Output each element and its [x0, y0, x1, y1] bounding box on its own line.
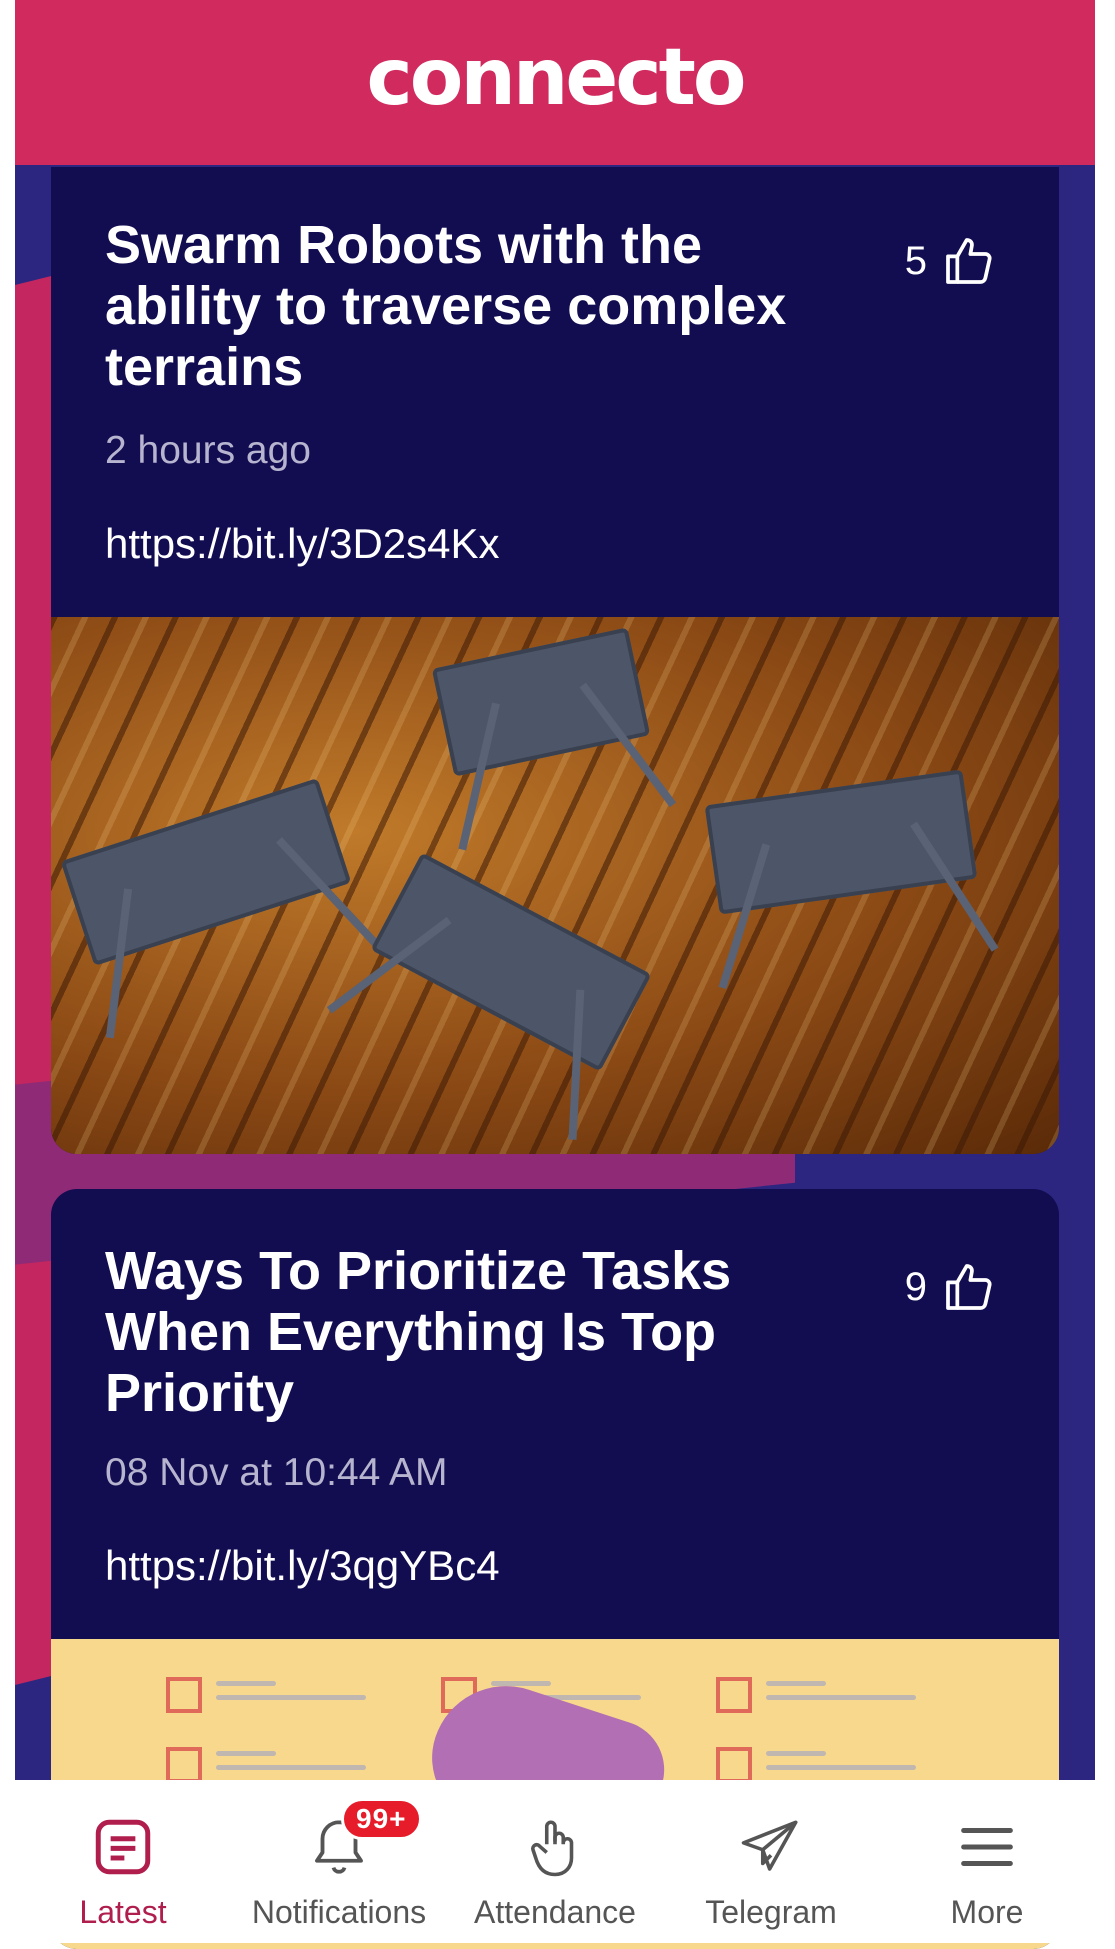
menu-icon: [961, 1828, 1013, 1866]
tab-label: Telegram: [705, 1894, 837, 1930]
post-title[interactable]: Ways To Prioritize Tasks When Everything…: [105, 1241, 865, 1424]
tab-label: Attendance: [474, 1894, 636, 1930]
line-illustration: [766, 1681, 826, 1686]
robot-figure: [704, 769, 978, 915]
line-illustration: [766, 1765, 916, 1770]
document-icon: [95, 1819, 151, 1875]
tab-notifications[interactable]: 99+ Notifications: [231, 1780, 447, 1943]
tab-label: Notifications: [251, 1894, 427, 1930]
robot-figure: [370, 852, 652, 1072]
line-illustration: [216, 1695, 366, 1700]
tab-attendance[interactable]: Attendance: [447, 1780, 663, 1943]
tab-label: Latest: [79, 1894, 167, 1930]
checkbox-illustration: [716, 1747, 752, 1783]
post-link[interactable]: https://bit.ly/3qgYBc4: [105, 1542, 500, 1590]
robot-figure: [431, 627, 651, 777]
post-card[interactable]: Swarm Robots with the ability to travers…: [51, 167, 1059, 1154]
line-illustration: [766, 1751, 826, 1756]
tab-telegram[interactable]: Telegram: [663, 1780, 879, 1943]
like-count: 9: [904, 1264, 927, 1309]
like-count: 5: [904, 238, 927, 283]
post-timestamp: 2 hours ago: [105, 429, 311, 472]
line-illustration: [216, 1765, 366, 1770]
line-illustration: [766, 1695, 916, 1700]
line-illustration: [216, 1751, 276, 1756]
tab-latest[interactable]: Latest: [15, 1780, 231, 1943]
thumbs-up-icon: [946, 238, 992, 284]
tab-more[interactable]: More: [879, 1780, 1095, 1943]
line-illustration: [216, 1681, 276, 1686]
post-image[interactable]: [51, 617, 1059, 1154]
notification-badge: 99+: [341, 1798, 422, 1840]
tab-label: More: [950, 1894, 1024, 1930]
like-button[interactable]: 5: [905, 233, 997, 289]
checkbox-illustration: [166, 1677, 202, 1713]
app-header: connecto: [15, 0, 1095, 165]
checkbox-illustration: [166, 1747, 202, 1783]
app-logo: connecto: [366, 32, 747, 123]
bottom-tab-bar: Latest 99+ Notifications Attendance Tele…: [15, 1780, 1095, 1943]
post-link[interactable]: https://bit.ly/3D2s4Kx: [105, 520, 500, 568]
paper-plane-icon: [741, 1820, 798, 1871]
like-button[interactable]: 9: [905, 1259, 997, 1315]
robot-figure: [60, 777, 352, 967]
thumbs-up-icon: [946, 1264, 992, 1310]
checkbox-illustration: [716, 1677, 752, 1713]
post-timestamp: 08 Nov at 10:44 AM: [105, 1451, 448, 1494]
hand-pointer-icon: [531, 1820, 574, 1877]
post-title[interactable]: Swarm Robots with the ability to travers…: [105, 215, 865, 398]
